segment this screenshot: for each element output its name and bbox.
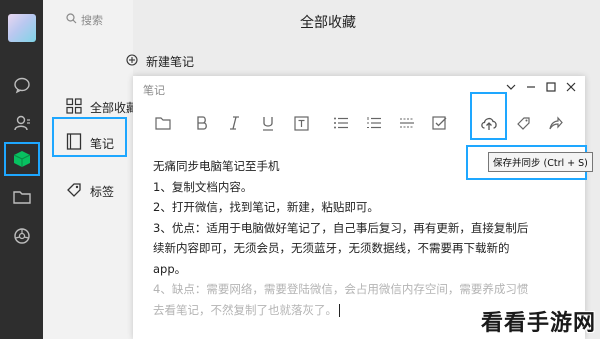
italic-icon[interactable] [226,114,244,132]
sidebar-item-notes[interactable]: 笔记 [66,133,114,153]
text-box-icon[interactable] [292,114,310,132]
new-note-label: 新建笔记 [146,55,195,69]
note-icon [66,133,82,153]
sidebar-item-label: 笔记 [90,136,115,151]
note-body[interactable]: 无痛同步电脑笔记至手机 1、复制文档内容。 2、打开微信，找到笔记，新建，粘贴即… [153,156,573,320]
sync-button-highlight-box [470,92,507,140]
folder-icon[interactable] [154,114,172,132]
note-editor-window: 笔记 保存并同步 (Ctrl + S) 无痛同步电脑笔记至手机 1、复制文档内容… [133,76,593,339]
folder-icon[interactable] [11,186,33,208]
tag-icon [66,182,82,201]
plus-circle-icon [126,54,138,69]
search-icon [66,13,77,27]
underline-icon[interactable] [259,114,277,132]
minimize-button[interactable] [523,79,539,95]
divider-icon[interactable] [398,114,416,132]
sidebar-item-tags[interactable]: 标签 [66,182,114,201]
left-rail [0,0,43,339]
share-icon[interactable] [546,114,564,132]
grid-icon [66,98,82,117]
editor-toolbar [133,106,585,140]
maximize-button[interactable] [543,79,559,95]
sidebar-item-label: 标签 [90,185,115,199]
moments-icon[interactable] [11,225,33,247]
numbered-list-icon[interactable] [365,114,383,132]
text-cursor [339,303,340,317]
note-line: 3、优点：适用于电脑做好笔记了，自己事后复习，再有更新，直接复制后 [153,220,529,235]
note-line: 去看笔记，不然复制了也就落灰了。 [153,302,337,317]
sidebar-item-label: 全部收藏 [90,101,139,115]
bold-icon[interactable] [193,114,211,132]
search-input[interactable]: 搜索 [66,12,103,28]
note-line: 4、缺点：需要网络，需要登陆微信，会占用微信内存空间，需要养成习惯 [153,282,529,296]
search-placeholder: 搜索 [81,14,103,27]
note-line: 无痛同步电脑笔记至手机 [153,159,280,173]
note-line: 2、打开微信，找到笔记，新建，粘贴即可。 [153,200,379,214]
checkbox-icon[interactable] [430,114,448,132]
sidebar-item-all-favorites[interactable]: 全部收藏 [66,98,138,117]
note-line: 续新内容即可，无须会员，无须蓝牙，无须数据线，不需要再下载新的 [153,241,510,255]
avatar[interactable] [8,14,36,42]
contacts-icon[interactable] [11,112,33,134]
bullet-list-icon[interactable] [332,114,350,132]
note-line: 1、复制文档内容。 [153,179,253,194]
new-note-button[interactable]: 新建笔记 [126,53,194,70]
window-title: 笔记 [143,84,165,97]
watermark: 看看手游网 [480,311,596,336]
note-line: app。 [153,261,187,276]
close-button[interactable] [563,79,579,95]
chat-icon[interactable] [11,74,33,96]
collection-list-pane [43,0,133,339]
page-title: 全部收藏 [300,15,356,31]
favorites-cube-icon[interactable] [11,148,33,170]
tag-icon[interactable] [514,114,532,132]
